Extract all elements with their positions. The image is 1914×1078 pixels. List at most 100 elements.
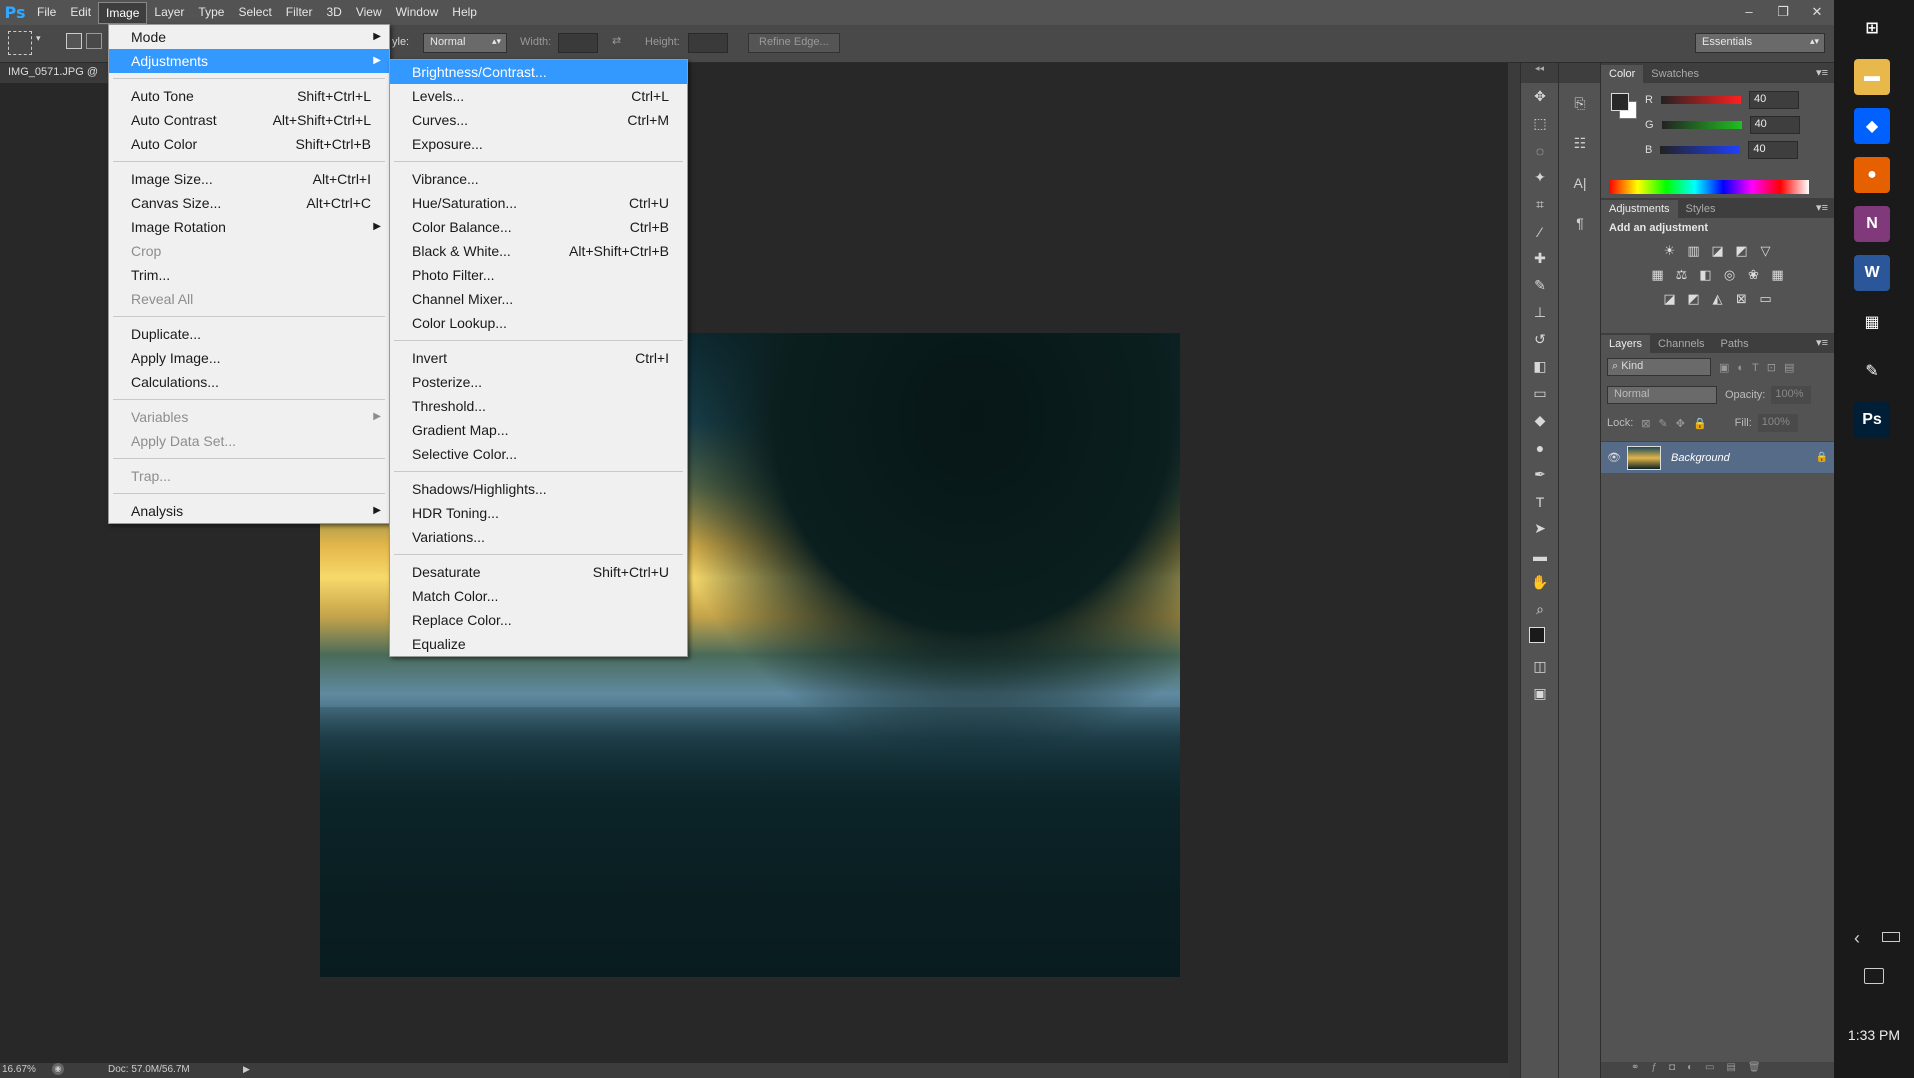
menu-window[interactable]: Window bbox=[389, 2, 446, 24]
foreground-color[interactable] bbox=[1529, 627, 1545, 643]
menu-item-photo-filter[interactable]: Photo Filter... bbox=[390, 263, 687, 287]
eye-icon[interactable]: 👁 bbox=[1607, 451, 1627, 464]
zoom-tool-icon[interactable]: ⌕ bbox=[1521, 596, 1559, 623]
menu-item-hdr-toning[interactable]: HDR Toning... bbox=[390, 501, 687, 525]
add-selection-icon[interactable] bbox=[86, 33, 102, 49]
exposure-adjust-icon[interactable]: ◩ bbox=[1733, 242, 1751, 260]
menu-item-curves[interactable]: Curves... Ctrl+M bbox=[390, 108, 687, 132]
back-chevron-icon[interactable]: ‹ bbox=[1854, 928, 1860, 949]
vibrance-adjust-icon[interactable]: ▽ bbox=[1757, 242, 1775, 260]
shape-tool-icon[interactable]: ▬ bbox=[1521, 542, 1559, 569]
curves-adjust-icon[interactable]: ◪ bbox=[1709, 242, 1727, 260]
hue-saturation-adjust-icon[interactable]: ▦ bbox=[1649, 266, 1667, 284]
color-balance-adjust-icon[interactable]: ⚖ bbox=[1673, 266, 1691, 284]
windows-icon[interactable]: ⊞ bbox=[1854, 10, 1890, 46]
properties-panel-icon[interactable]: ☷ bbox=[1559, 123, 1601, 163]
path-select-tool-icon[interactable]: ➤ bbox=[1521, 515, 1559, 542]
minimize-button[interactable]: – bbox=[1732, 0, 1766, 25]
tools-collapse-icon[interactable]: ◂◂ bbox=[1521, 63, 1558, 83]
menu-select[interactable]: Select bbox=[231, 2, 278, 24]
channel-slider[interactable] bbox=[1660, 145, 1741, 154]
menu-item-exposure[interactable]: Exposure... bbox=[390, 132, 687, 156]
crop-tool-icon[interactable]: ⌗ bbox=[1521, 191, 1559, 218]
status-info-icon[interactable]: ◉ bbox=[52, 1063, 64, 1075]
menu-type[interactable]: Type bbox=[191, 2, 231, 24]
menu-item-vibrance[interactable]: Vibrance... bbox=[390, 167, 687, 191]
tab-paths[interactable]: Paths bbox=[1713, 335, 1757, 353]
panel-menu-icon[interactable]: ▾≡ bbox=[1816, 201, 1828, 214]
marquee-tool-icon[interactable]: ⬚ bbox=[1521, 110, 1559, 137]
restore-button[interactable]: ❐ bbox=[1766, 0, 1800, 25]
levels-adjust-icon[interactable]: ▥ bbox=[1685, 242, 1703, 260]
hand-tool-icon[interactable]: ✋ bbox=[1521, 569, 1559, 596]
fill-input[interactable]: 100% bbox=[1757, 414, 1798, 432]
photoshop-icon[interactable]: Ps bbox=[1854, 402, 1890, 438]
channel-mixer-adjust-icon[interactable]: ❀ bbox=[1745, 266, 1763, 284]
screen-mode-icon[interactable]: ▣ bbox=[1521, 680, 1559, 707]
layers-footer-icons[interactable]: ⚭ƒ◘◐▭▤🗑 bbox=[1601, 1062, 1835, 1078]
workspace-select[interactable]: Essentials ▴▾ bbox=[1695, 33, 1825, 53]
menu-item-color-balance[interactable]: Color Balance... Ctrl+B bbox=[390, 215, 687, 239]
layer-kind-filter[interactable]: ⌕ Kind bbox=[1607, 358, 1711, 376]
document-tab[interactable]: IMG_0571.JPG @ bbox=[0, 63, 108, 83]
menu-item-brightness-contrast[interactable]: Brightness/Contrast... bbox=[390, 60, 687, 84]
marquee-tool-icon[interactable] bbox=[8, 31, 32, 55]
channel-slider[interactable] bbox=[1660, 95, 1741, 104]
calendar-icon[interactable]: ▦ bbox=[1854, 304, 1890, 340]
channel-value-input[interactable]: 40 bbox=[1748, 140, 1799, 159]
menu-item-replace-color[interactable]: Replace Color... bbox=[390, 608, 687, 632]
invert-adjust-icon[interactable]: ◪ bbox=[1661, 290, 1679, 308]
posterize-adjust-icon[interactable]: ◩ bbox=[1685, 290, 1703, 308]
width-input[interactable] bbox=[558, 33, 598, 53]
lasso-tool-icon[interactable]: ◌ bbox=[1521, 137, 1559, 164]
character-panel-icon[interactable]: A| bbox=[1559, 163, 1601, 203]
black-white-adjust-icon[interactable]: ◧ bbox=[1697, 266, 1715, 284]
zoom-level[interactable]: 16.67% bbox=[2, 1064, 36, 1075]
menu-item-invert[interactable]: Invert Ctrl+I bbox=[390, 346, 687, 370]
menu-file[interactable]: File bbox=[30, 2, 63, 24]
channel-value-input[interactable]: 40 bbox=[1749, 115, 1800, 134]
menu-item-image-rotation[interactable]: Image Rotation ▶ bbox=[109, 215, 389, 239]
menu-item-auto-contrast[interactable]: Auto Contrast Alt+Shift+Ctrl+L bbox=[109, 108, 389, 132]
menu-item-channel-mixer[interactable]: Channel Mixer... bbox=[390, 287, 687, 311]
tool-preset-dropdown-icon[interactable]: ▾ bbox=[36, 33, 41, 44]
tab-adjustments[interactable]: Adjustments bbox=[1601, 200, 1678, 218]
menu-item-selective-color[interactable]: Selective Color... bbox=[390, 442, 687, 466]
lock-icons[interactable]: ⊠✎✥🔒 bbox=[1641, 417, 1714, 430]
menu-item-image-size[interactable]: Image Size... Alt+Ctrl+I bbox=[109, 167, 389, 191]
tab-layers[interactable]: Layers bbox=[1601, 335, 1651, 353]
history-brush-tool-icon[interactable]: ↺ bbox=[1521, 326, 1559, 353]
dodge-tool-icon[interactable]: ● bbox=[1521, 434, 1559, 461]
menu-item-auto-tone[interactable]: Auto Tone Shift+Ctrl+L bbox=[109, 84, 389, 108]
tab-color[interactable]: Color bbox=[1601, 65, 1644, 83]
notification-icon[interactable] bbox=[1864, 968, 1884, 984]
color-fg-swatch[interactable] bbox=[1611, 93, 1629, 111]
panel-menu-icon[interactable]: ▾≡ bbox=[1816, 66, 1828, 79]
onenote-icon[interactable]: N bbox=[1854, 206, 1890, 242]
channel-slider[interactable] bbox=[1661, 120, 1742, 129]
clock[interactable]: 1:33 PM bbox=[1834, 1027, 1914, 1043]
menu-item-levels[interactable]: Levels... Ctrl+L bbox=[390, 84, 687, 108]
menu-layer[interactable]: Layer bbox=[147, 2, 191, 24]
menu-item-shadows-highlights[interactable]: Shadows/Highlights... bbox=[390, 477, 687, 501]
menu-item-equalize[interactable]: Equalize bbox=[390, 632, 687, 656]
menu-edit[interactable]: Edit bbox=[63, 2, 98, 24]
menu-item-hue-saturation[interactable]: Hue/Saturation... Ctrl+U bbox=[390, 191, 687, 215]
menu-item-color-lookup[interactable]: Color Lookup... bbox=[390, 311, 687, 335]
menu-item-posterize[interactable]: Posterize... bbox=[390, 370, 687, 394]
layer-name[interactable]: Background bbox=[1671, 452, 1816, 464]
menu-item-trim[interactable]: Trim... bbox=[109, 263, 389, 287]
photo-filter-adjust-icon[interactable]: ◎ bbox=[1721, 266, 1739, 284]
opacity-input[interactable]: 100% bbox=[1771, 386, 1812, 404]
swap-icon[interactable]: ⇄ bbox=[612, 34, 621, 47]
menu-item-calculations[interactable]: Calculations... bbox=[109, 370, 389, 394]
selective-color-adjust-icon[interactable]: ⊠ bbox=[1733, 290, 1751, 308]
threshold-adjust-icon[interactable]: ◭ bbox=[1709, 290, 1727, 308]
blur-tool-icon[interactable]: ◆ bbox=[1521, 407, 1559, 434]
menu-item-mode[interactable]: Mode ▶ bbox=[109, 25, 389, 49]
panel-menu-icon[interactable]: ▾≡ bbox=[1816, 336, 1828, 349]
color-spectrum-bar[interactable] bbox=[1609, 180, 1809, 194]
menu-item-duplicate[interactable]: Duplicate... bbox=[109, 322, 389, 346]
menu-item-auto-color[interactable]: Auto Color Shift+Ctrl+B bbox=[109, 132, 389, 156]
color-lookup-adjust-icon[interactable]: ▦ bbox=[1769, 266, 1787, 284]
